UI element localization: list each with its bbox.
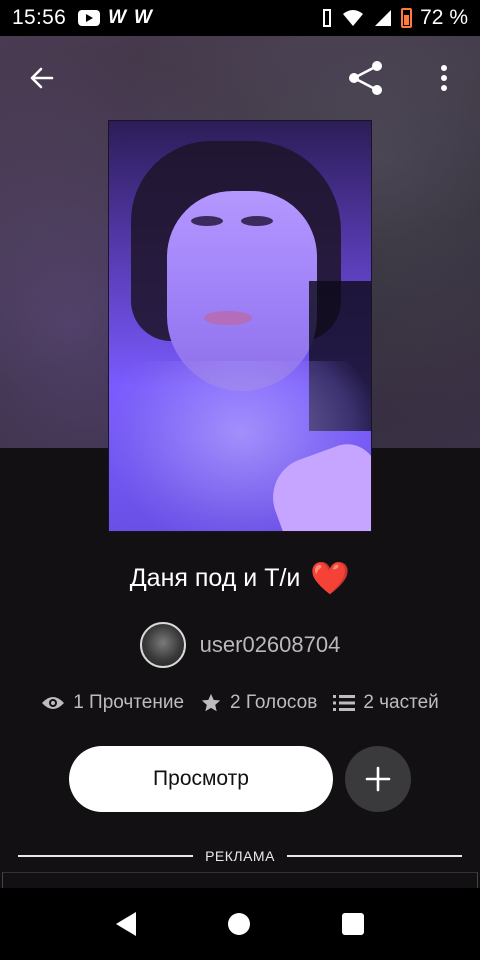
ad-line-left: [18, 855, 194, 857]
share-icon: [349, 61, 382, 95]
votes-count: 2 Голосов: [230, 692, 318, 713]
cover-eye-left: [191, 216, 223, 226]
recents-square-icon[interactable]: [342, 913, 364, 935]
star-icon: [201, 693, 221, 712]
plus-icon: [365, 766, 391, 792]
home-circle-icon[interactable]: [228, 913, 250, 935]
ad-divider: РЕКЛАМА: [18, 848, 463, 864]
add-to-library-button[interactable]: [345, 746, 411, 812]
author-row[interactable]: user02608704: [0, 622, 480, 668]
reads-stat: 1 Прочтение: [41, 692, 184, 714]
cover-eye-right: [241, 216, 273, 226]
list-icon: [333, 695, 356, 711]
ad-container[interactable]: [2, 872, 478, 888]
read-button[interactable]: Просмотр: [69, 746, 333, 812]
heart-emoji: ❤️: [310, 560, 351, 596]
status-time: 15:56: [12, 6, 67, 29]
battery-icon: [401, 8, 413, 28]
battery-percent: 72 %: [420, 6, 468, 29]
story-title: Даня под и Т/и: [129, 563, 301, 592]
ad-line-right: [286, 855, 463, 857]
story-cover[interactable]: [108, 120, 372, 532]
author-avatar[interactable]: [139, 622, 186, 668]
cover-mouth: [204, 311, 252, 325]
notification-icons: W W: [78, 7, 152, 29]
more-options-button[interactable]: [424, 58, 464, 98]
system-nav-bar: [0, 888, 480, 960]
arrow-left-icon: [30, 67, 54, 89]
eye-icon: [42, 697, 65, 709]
wifi-icon: [343, 10, 364, 26]
status-bar: 15:56 W W 72 %: [0, 0, 480, 36]
author-name[interactable]: user02608704: [200, 632, 341, 658]
vibrate-icon: [323, 9, 332, 27]
wattpad-icon: W: [108, 7, 126, 28]
back-button[interactable]: [22, 58, 62, 98]
back-triangle-icon[interactable]: [116, 912, 136, 936]
more-vertical-icon: [441, 65, 447, 91]
parts-stat: 2 частей: [333, 692, 439, 714]
story-title-row: Даня под и Т/и ❤️: [0, 562, 480, 594]
share-button[interactable]: [346, 58, 386, 98]
signal-icon: [375, 10, 392, 26]
ad-label: РЕКЛАМА: [205, 848, 275, 864]
status-icons: 72 %: [321, 6, 468, 30]
parts-count: 2 частей: [363, 692, 439, 713]
reads-count: 1 Прочтение: [73, 692, 185, 713]
votes-stat: 2 Голосов: [200, 692, 317, 714]
youtube-icon: [78, 10, 101, 26]
story-stats: 1 Прочтение 2 Голосов 2 частей: [0, 692, 480, 714]
wattpad-icon: W: [134, 7, 152, 28]
